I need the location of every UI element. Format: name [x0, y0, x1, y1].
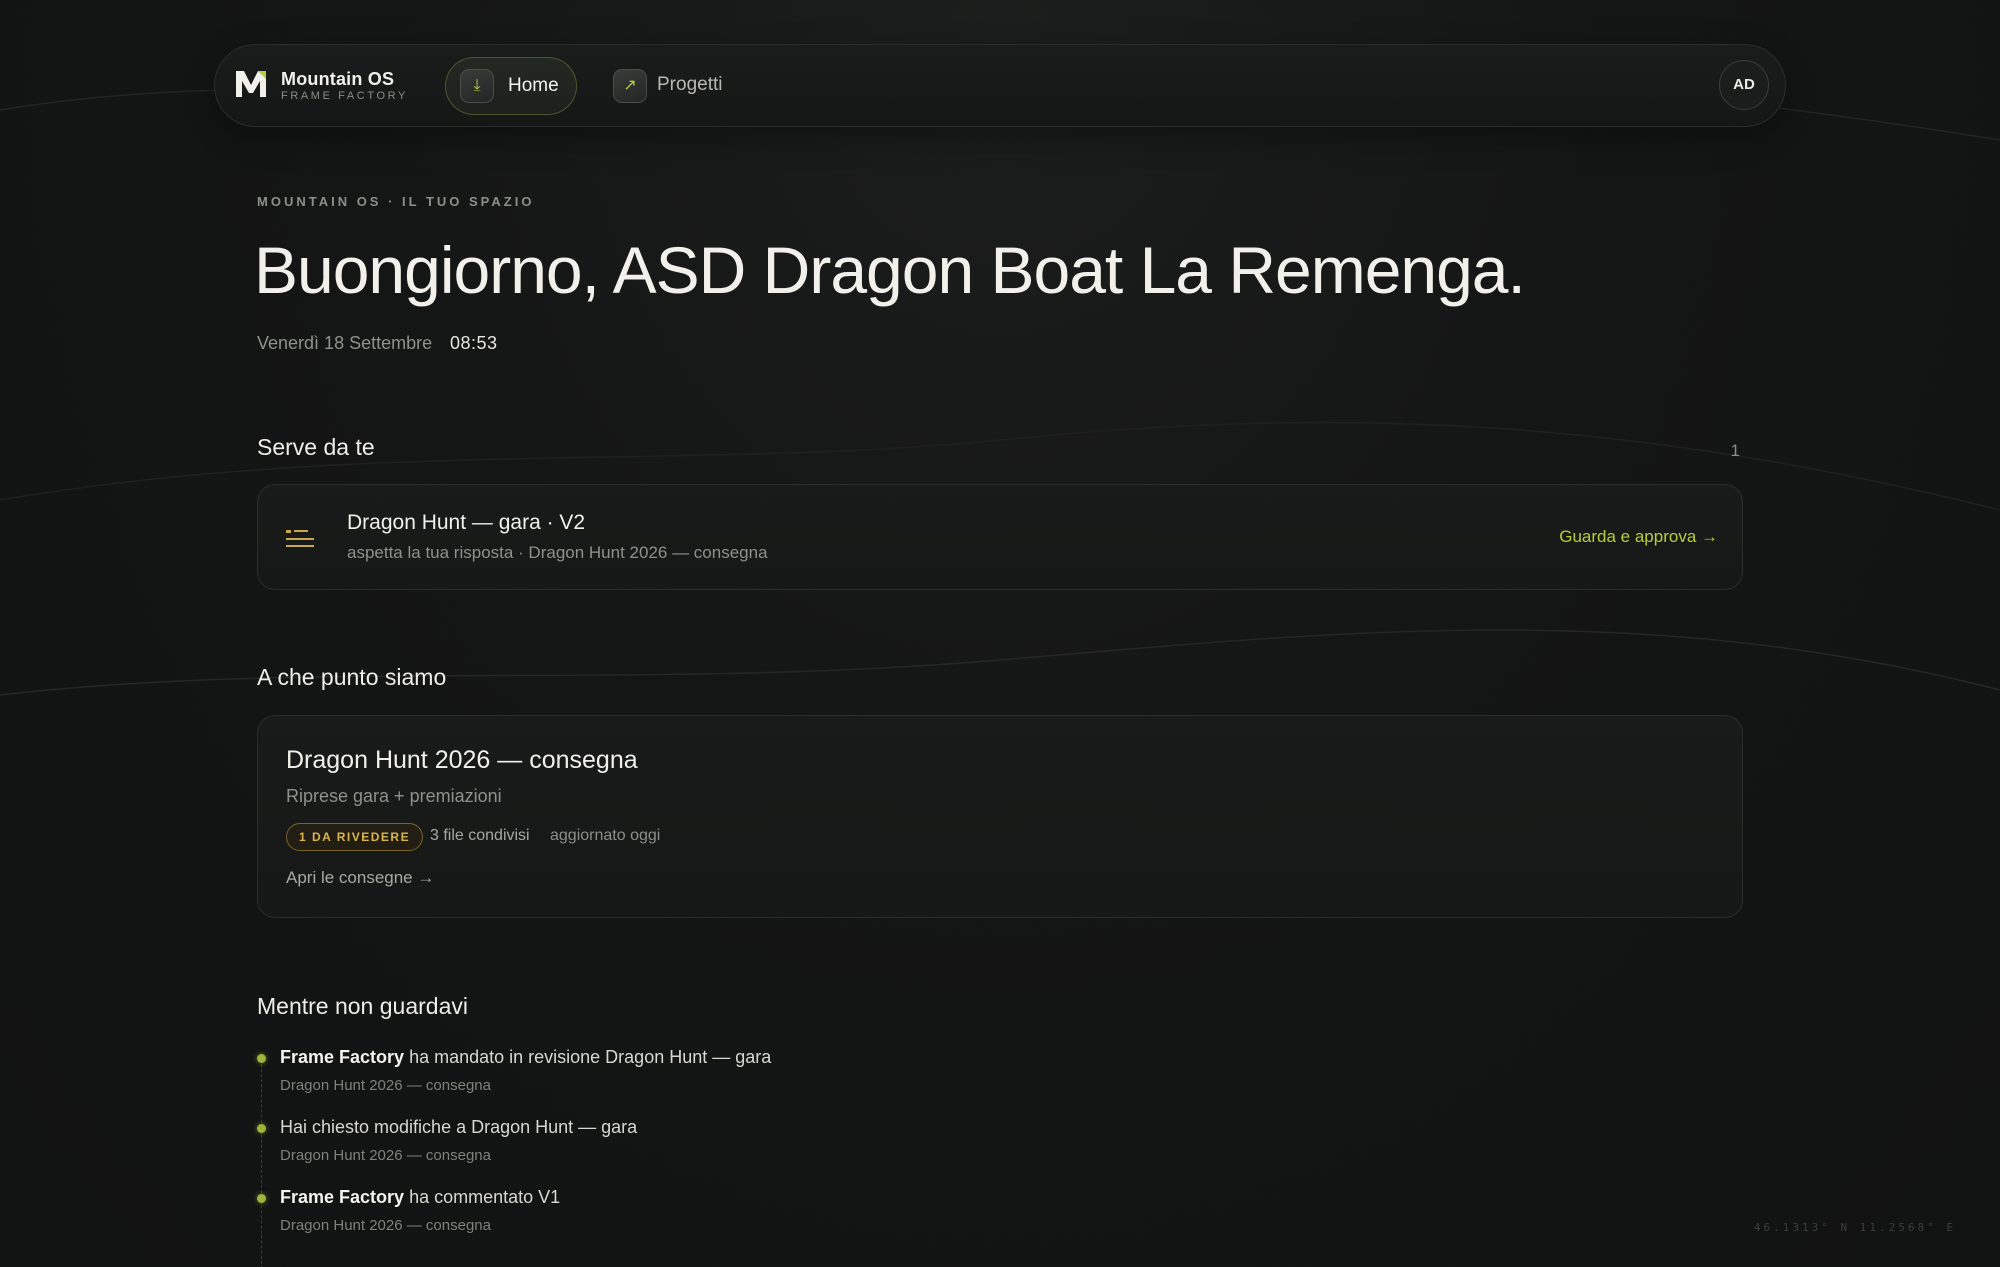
user-avatar[interactable]: AD [1719, 60, 1769, 110]
current-time: 08:53 [450, 333, 498, 353]
request-subtitle: aspetta la tua risposta · Dragon Hunt 20… [347, 543, 768, 562]
review-status-badge: 1 DA RIVEDERE [286, 823, 424, 851]
timeline-project: Dragon Hunt 2026 — consegna [280, 1217, 491, 1234]
nav-home-button[interactable]: ⤓ Home [445, 57, 577, 115]
section-title-activity: Mentre non guardavi [257, 993, 468, 1019]
projects-icon: ↗ [613, 69, 647, 103]
project-description: Riprese gara + premiazioni [286, 786, 502, 806]
project-card[interactable]: Dragon Hunt 2026 — consegna Riprese gara… [257, 715, 1743, 918]
section-title-requests: Serve da te [257, 434, 375, 460]
brand-name: Mountain OS [281, 69, 395, 89]
page-title: Buongiorno, ASD Dragon Boat La Remenga. [254, 233, 1526, 307]
last-updated: aggiornato oggi [550, 827, 661, 844]
nav-projects-label: Progetti [657, 74, 723, 95]
brand-subtitle: FRAME FACTORY [281, 90, 408, 102]
home-icon: ⤓ [460, 69, 494, 103]
timeline-action: Hai chiesto modifiche a Dragon Hunt — ga… [280, 1117, 638, 1137]
timeline-item[interactable]: Hai chiesto modifiche a Dragon Hunt — ga… [257, 1112, 1157, 1172]
requests-count: 1 [1730, 441, 1740, 460]
section-title-progress: A che punto siamo [257, 664, 447, 690]
coordinates-readout: 46.1313° N 11.2568° E [1753, 1221, 1956, 1234]
timeline-action: ha mandato in revisione Dragon Hunt — ga… [404, 1047, 772, 1067]
timeline-actor: Frame Factory [280, 1047, 405, 1067]
project-title: Dragon Hunt 2026 — consegna [286, 746, 638, 774]
current-date: Venerdì 18 Settembre [257, 333, 433, 353]
timeline-project: Dragon Hunt 2026 — consegna [280, 1147, 491, 1164]
timeline-text: Frame Factory ha mandato in revisione Dr… [280, 1047, 771, 1068]
timeline-action: ha commentato V1 [404, 1187, 561, 1207]
timeline-project: Dragon Hunt 2026 — consegna [280, 1077, 491, 1094]
timeline-item[interactable]: Frame Factory ha commentato V1 Dragon Hu… [257, 1182, 1157, 1242]
timeline-text: Frame Factory ha commentato V1 [280, 1187, 560, 1208]
review-approve-link[interactable]: Guarda e approva → [1559, 527, 1718, 547]
top-navigation-bar: Mountain OS FRAME FACTORY ⤓ Home ↗ Proge… [214, 44, 1786, 127]
nav-home-label: Home [508, 75, 559, 96]
timeline-item[interactable]: Frame Factory ha mandato in revisione Dr… [257, 1042, 1157, 1102]
list-icon [286, 530, 314, 547]
mountain-logo-icon[interactable] [233, 65, 269, 101]
timeline-dot [257, 1124, 266, 1133]
request-card[interactable]: Dragon Hunt — gara · V2 aspetta la tua r… [257, 484, 1743, 590]
shared-files-count: 3 file condivisi [430, 827, 530, 844]
timeline-dot [257, 1194, 266, 1203]
page-eyebrow: MOUNTAIN OS · IL TUO SPAZIO [257, 194, 535, 209]
timeline-text: Hai chiesto modifiche a Dragon Hunt — ga… [280, 1117, 637, 1138]
nav-projects-button[interactable]: ↗ Progetti [599, 57, 729, 115]
request-title: Dragon Hunt — gara · V2 [347, 511, 586, 534]
timeline-actor: Frame Factory [280, 1187, 405, 1207]
open-deliveries-link[interactable]: Apri le consegne → [286, 868, 434, 888]
timeline-dot [257, 1054, 266, 1063]
